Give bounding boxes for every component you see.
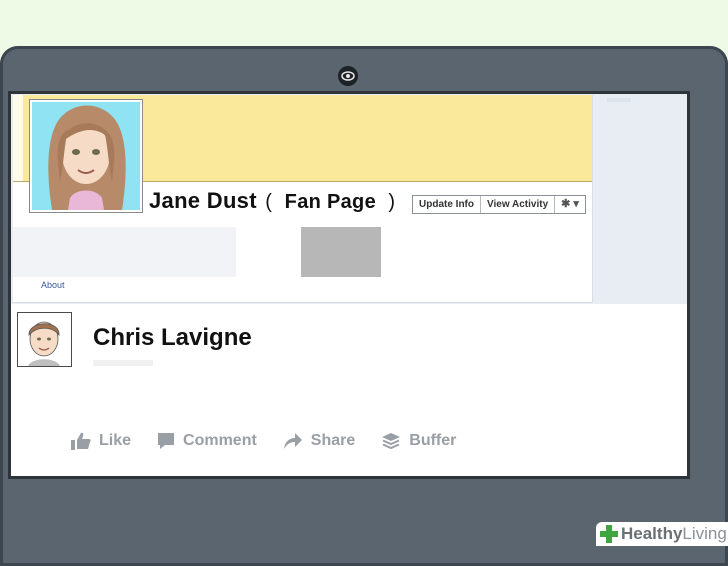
page-actions-bar: Update Info View Activity ✱ ▾	[412, 195, 586, 214]
page-name: Jane Dust	[149, 188, 257, 213]
brand-bold: Healthy	[621, 524, 683, 543]
paren-open: (	[265, 191, 273, 213]
like-label: Like	[99, 432, 132, 449]
like-button[interactable]: Like	[71, 432, 131, 450]
post-action-bar: Like Comment Share Buffer	[71, 432, 456, 450]
webcam-icon	[338, 66, 358, 86]
scrollbar[interactable]	[607, 98, 631, 102]
woman-avatar-icon	[32, 102, 140, 210]
healthy-living-logo: Healthy Living	[596, 522, 728, 546]
post-subtitle-placeholder	[93, 360, 153, 366]
page-title: Jane Dust ( Fan Page )	[149, 188, 397, 214]
comment-label: Comment	[183, 432, 257, 449]
man-avatar-icon	[18, 313, 71, 366]
gear-icon: ✱	[561, 198, 571, 210]
settings-dropdown[interactable]: ✱ ▾	[555, 196, 585, 213]
profile-picture[interactable]	[29, 99, 143, 213]
chevron-down-icon: ▾	[573, 198, 579, 210]
share-label: Share	[310, 432, 356, 449]
share-icon	[283, 433, 302, 449]
buffer-label: Buffer	[409, 432, 457, 449]
laptop-screen: Jane Dust ( Fan Page ) Update Info View …	[8, 91, 690, 479]
thumbs-up-icon	[71, 432, 91, 450]
fan-page-header: Jane Dust ( Fan Page ) Update Info View …	[13, 95, 593, 303]
buffer-icon	[382, 433, 401, 450]
post-author-name[interactable]: Chris Lavigne	[93, 324, 252, 352]
plus-icon	[600, 525, 618, 543]
fan-page-label: Fan Page	[284, 191, 376, 213]
view-activity-button[interactable]: View Activity	[481, 196, 556, 213]
paren-close: )	[388, 191, 396, 213]
buffer-button[interactable]: Buffer	[381, 432, 456, 450]
share-button[interactable]: Share	[283, 432, 355, 450]
comment-icon	[158, 433, 175, 449]
comment-button[interactable]: Comment	[157, 432, 257, 450]
news-feed-post: Chris Lavigne Like Comment Share Buffer	[11, 304, 687, 476]
cover-edge	[13, 95, 23, 181]
brand-light: Living	[682, 524, 727, 543]
avatar[interactable]	[17, 312, 72, 367]
photo-thumbnail[interactable]	[301, 227, 381, 277]
about-link[interactable]: About	[41, 280, 65, 290]
update-info-button[interactable]: Update Info	[413, 196, 481, 213]
page-info-box	[13, 227, 236, 277]
